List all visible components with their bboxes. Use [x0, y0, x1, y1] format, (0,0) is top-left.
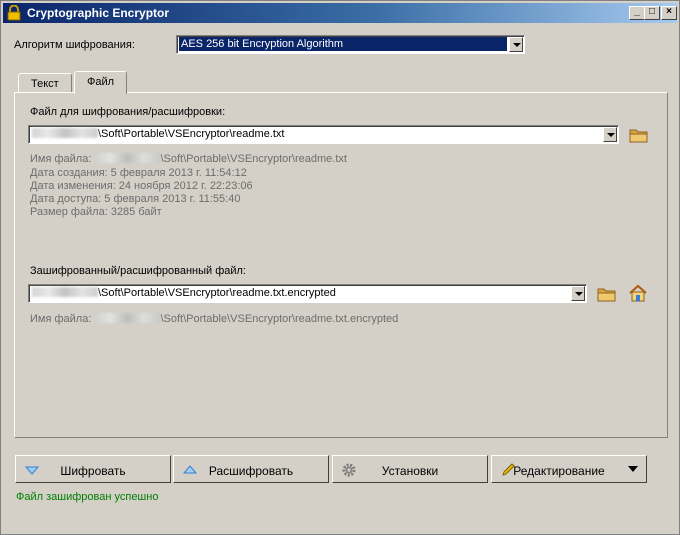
- decrypt-button-label: Расшифровать: [208, 464, 294, 478]
- source-label: Файл для шифрования/расшифровки:: [30, 106, 226, 118]
- chevron-down-icon[interactable]: [571, 286, 585, 301]
- app-window: Cryptographic Encryptor _ □ × Алгоритм ш…: [0, 0, 680, 535]
- destination-filename-info: Имя файла: \Soft\Portable\VSEncryptor\re…: [30, 313, 398, 325]
- blurred-path: [32, 287, 98, 297]
- destination-filename-label: Имя файла:: [30, 313, 95, 325]
- decrypt-button[interactable]: Расшифровать: [173, 455, 329, 483]
- edit-button-label: Редактирование: [513, 464, 605, 478]
- source-file-combo[interactable]: \Soft\Portable\VSEncryptor\readme.txt: [28, 125, 619, 144]
- source-created-date: Дата создания: 5 февраля 2013 г. 11:54:1…: [30, 167, 247, 179]
- algorithm-value: AES 256 bit Encryption Algorithm: [179, 37, 507, 51]
- blurred-path: [32, 128, 98, 138]
- source-filename-label: Имя файла:: [30, 153, 95, 165]
- chevron-down-icon[interactable]: [509, 37, 523, 52]
- source-path: \Soft\Portable\VSEncryptor\readme.txt: [98, 128, 285, 140]
- source-filename-info: Имя файла: \Soft\Portable\VSEncryptor\re…: [30, 153, 347, 165]
- source-filename-path: \Soft\Portable\VSEncryptor\readme.txt: [160, 153, 347, 165]
- blurred-path: [94, 313, 161, 323]
- source-accessed-date: Дата доступа: 5 февраля 2013 г. 11:55:40: [30, 193, 241, 205]
- encrypt-button-label: Шифровать: [60, 464, 126, 478]
- maximize-button[interactable]: □: [644, 6, 660, 20]
- lock-icon: [7, 5, 21, 21]
- source-modified-date: Дата изменения: 24 ноября 2012 г. 22:23:…: [30, 180, 253, 192]
- folder-open-icon[interactable]: [629, 126, 649, 144]
- source-file-size: Размер файла: 3285 байт: [30, 206, 162, 218]
- window-title: Cryptographic Encryptor: [27, 6, 170, 20]
- title-bar[interactable]: Cryptographic Encryptor _ □ ×: [3, 3, 677, 23]
- destination-filename-path: \Soft\Portable\VSEncryptor\readme.txt.en…: [160, 313, 399, 325]
- folder-open-icon[interactable]: [597, 285, 617, 303]
- chevron-down-icon[interactable]: [603, 127, 617, 142]
- minimize-button[interactable]: _: [629, 6, 645, 20]
- encrypt-button[interactable]: Шифровать: [15, 455, 171, 483]
- algorithm-select[interactable]: AES 256 bit Encryption Algorithm: [176, 35, 525, 54]
- home-icon[interactable]: [628, 284, 648, 302]
- edit-button[interactable]: Редактирование: [491, 455, 647, 483]
- tab-file[interactable]: Файл: [74, 71, 128, 94]
- blurred-path: [94, 153, 161, 163]
- destination-file-combo[interactable]: \Soft\Portable\VSEncryptor\readme.txt.en…: [28, 284, 587, 303]
- settings-button[interactable]: Установки: [332, 455, 488, 483]
- algorithm-label: Алгоритм шифрования:: [14, 39, 135, 51]
- destination-label: Зашифрованный/расшифрованный файл:: [30, 265, 246, 277]
- destination-path: \Soft\Portable\VSEncryptor\readme.txt.en…: [98, 287, 336, 299]
- status-message: Файл зашифрован успешно: [16, 491, 159, 503]
- close-button[interactable]: ×: [661, 6, 677, 20]
- dropdown-arrow-icon[interactable]: [628, 466, 638, 474]
- settings-button-label: Установки: [381, 464, 439, 478]
